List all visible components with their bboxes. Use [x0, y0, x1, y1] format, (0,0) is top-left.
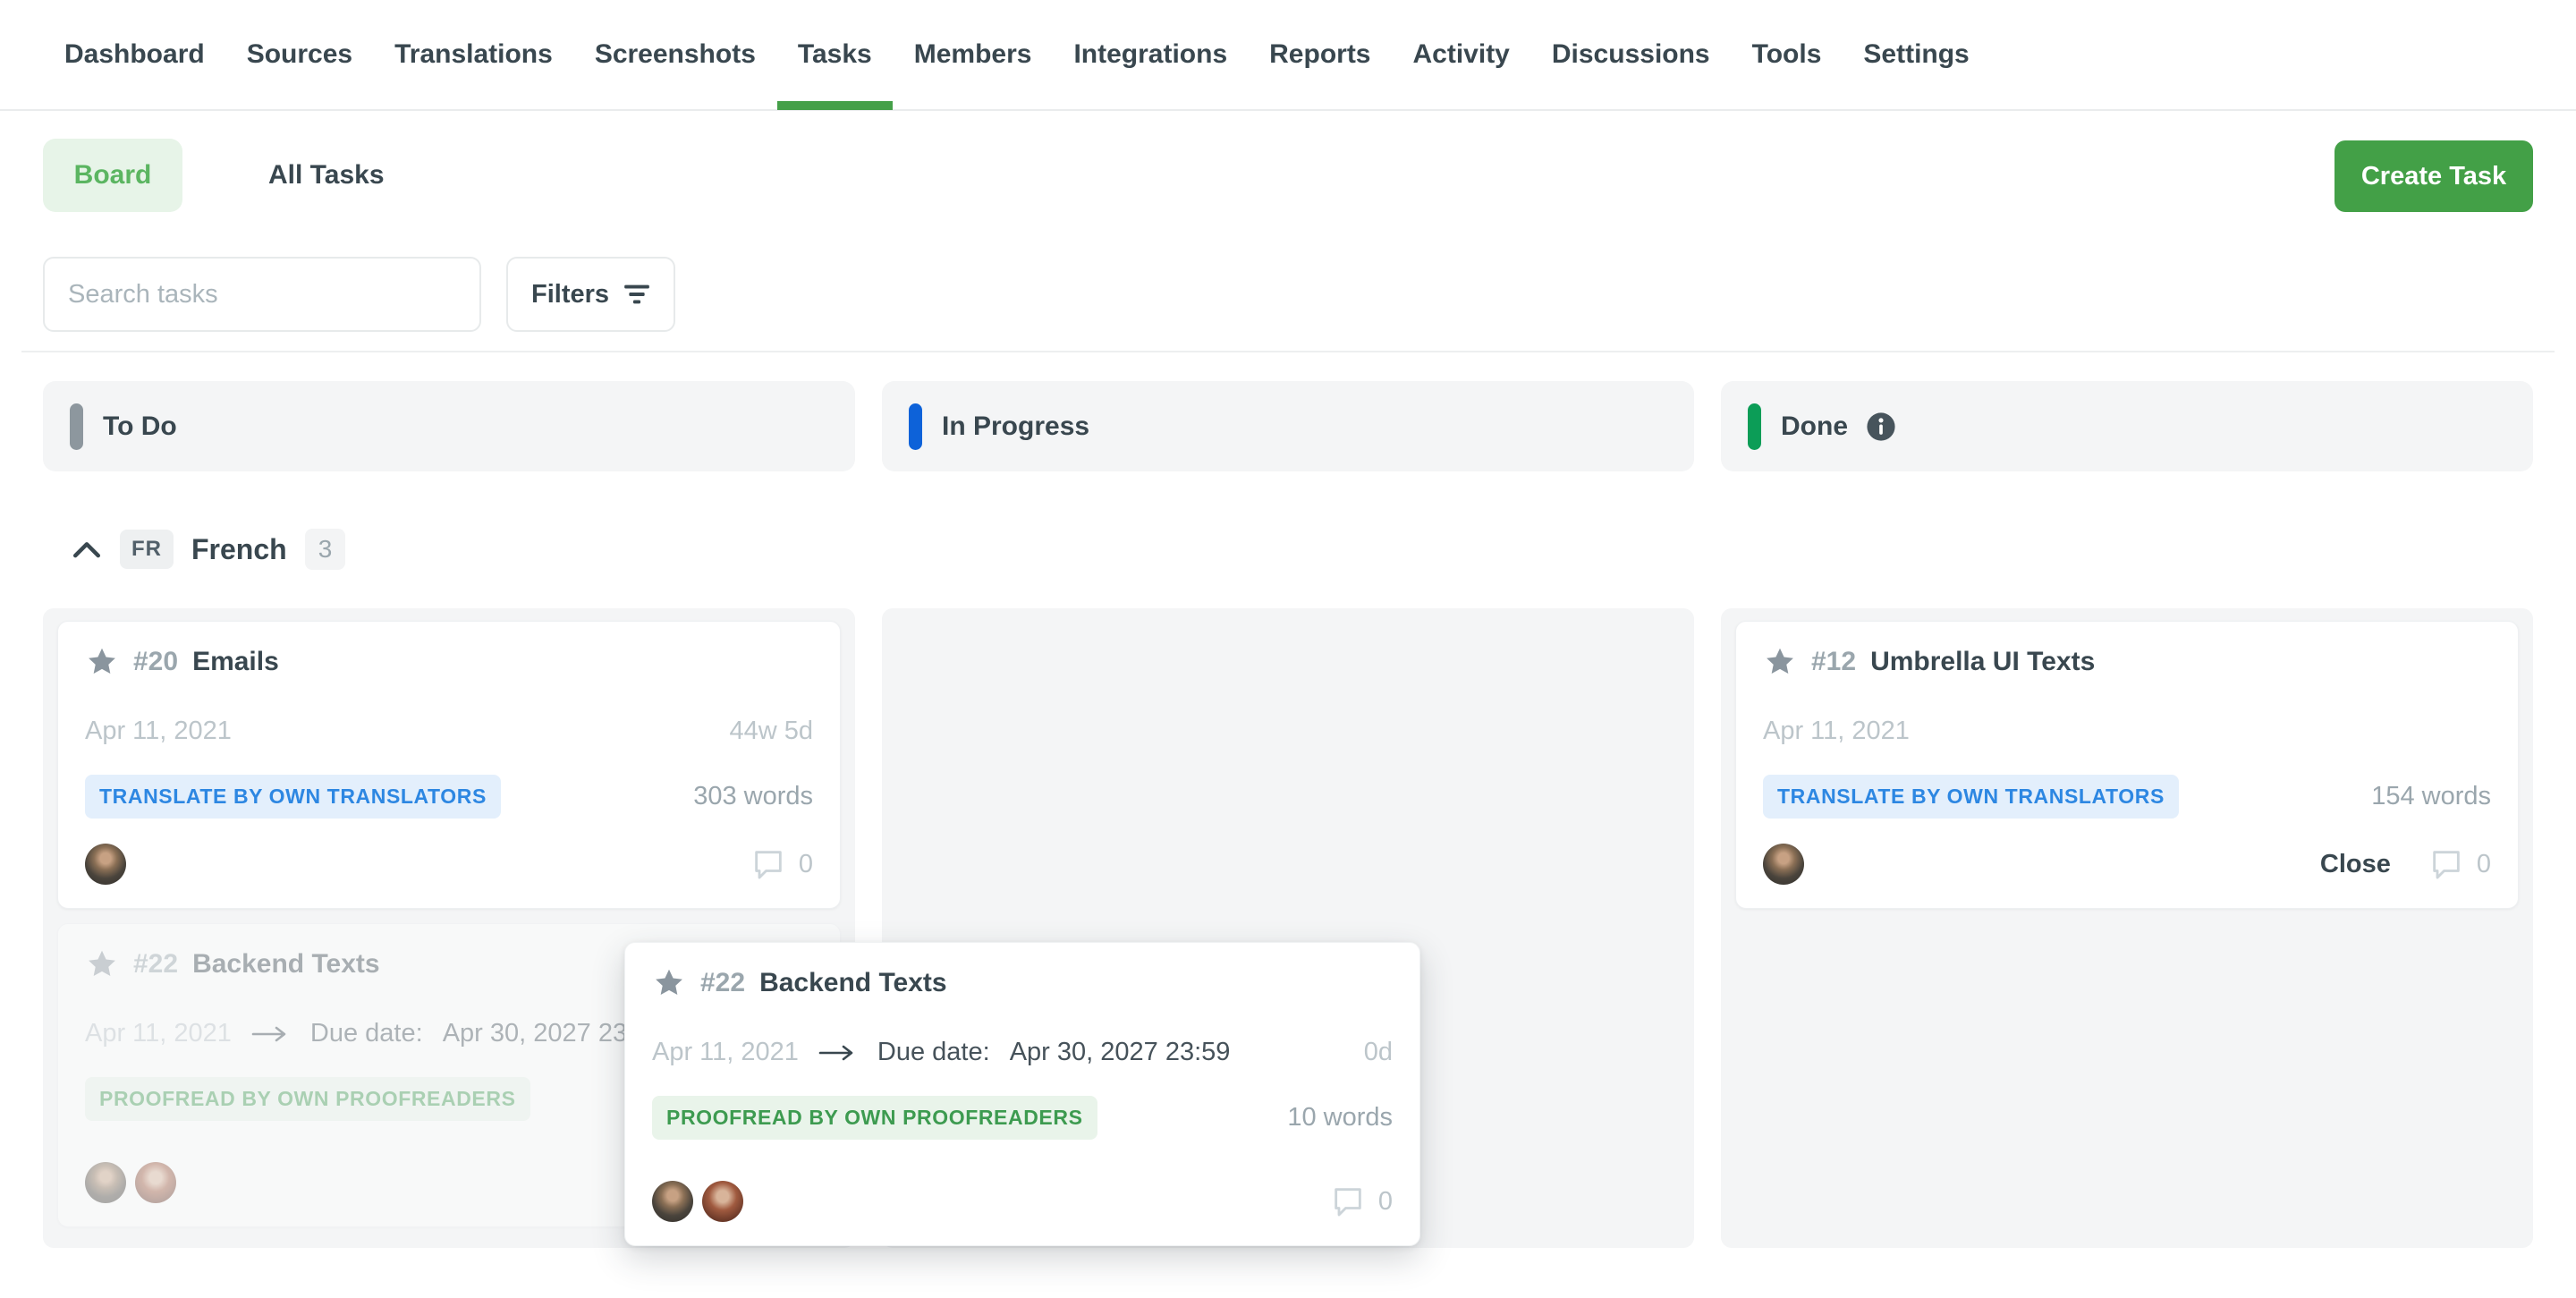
task-number: #20: [133, 647, 178, 677]
search-input[interactable]: [43, 257, 481, 332]
info-icon[interactable]: [1866, 411, 1896, 442]
word-count: 154 words: [2371, 782, 2491, 811]
status-color-bar: [1748, 403, 1761, 450]
avatar: [85, 844, 126, 885]
column-header-in-progress: In Progress: [882, 381, 1694, 471]
arrow-right-icon: [251, 1025, 291, 1043]
avatar: [1763, 844, 1804, 885]
active-tab-underline: [777, 101, 893, 110]
start-date: Apr 11, 2021: [1763, 717, 1910, 746]
language-group-name: French: [191, 533, 287, 566]
start-date: Apr 11, 2021: [85, 1019, 232, 1048]
arrow-right-icon: [818, 1044, 858, 1062]
create-task-button[interactable]: Create Task: [2334, 140, 2533, 212]
start-date: Apr 11, 2021: [85, 717, 232, 746]
nav-item-members[interactable]: Members: [914, 0, 1032, 110]
task-count-badge: 3: [305, 529, 346, 570]
nav-item-dashboard[interactable]: Dashboard: [64, 0, 205, 110]
section-divider: [21, 351, 2555, 352]
due-date-label: Due date:: [877, 1038, 990, 1067]
view-toolbar: Board All Tasks Create Task: [43, 139, 2533, 212]
time-left: 44w 5d: [729, 717, 813, 746]
task-card-backend-dragging[interactable]: #22 Backend Texts Apr 11, 2021 Due date:…: [624, 942, 1420, 1246]
top-navigation: Dashboard Sources Translations Screensho…: [0, 0, 2576, 111]
nav-item-tools[interactable]: Tools: [1752, 0, 1822, 110]
avatar: [135, 1162, 176, 1203]
star-icon[interactable]: [85, 645, 119, 679]
comment-icon[interactable]: [2428, 846, 2464, 882]
nav-item-discussions[interactable]: Discussions: [1552, 0, 1710, 110]
time-left: 0d: [1364, 1038, 1393, 1067]
nav-item-activity[interactable]: Activity: [1413, 0, 1510, 110]
tab-all-tasks[interactable]: All Tasks: [225, 139, 428, 212]
nav-item-settings[interactable]: Settings: [1863, 0, 1969, 110]
language-code-badge: FR: [120, 530, 174, 569]
filters-bar: Filters: [43, 257, 675, 332]
board-column-headers: To Do In Progress Done: [43, 381, 2533, 471]
funnel-icon: [623, 283, 650, 306]
due-date: Apr 30, 2027 23:59: [1010, 1038, 1231, 1067]
nav-item-screenshots[interactable]: Screenshots: [595, 0, 756, 110]
column-done: #12 Umbrella UI Texts Apr 11, 2021 TRANS…: [1721, 608, 2533, 1248]
task-title: Emails: [192, 647, 279, 677]
star-icon[interactable]: [1763, 645, 1797, 679]
nav-item-reports[interactable]: Reports: [1269, 0, 1370, 110]
start-date: Apr 11, 2021: [652, 1038, 799, 1067]
nav-item-translations[interactable]: Translations: [394, 0, 553, 110]
avatar: [702, 1181, 743, 1222]
column-header-done: Done: [1721, 381, 2533, 471]
comment-count: 0: [2477, 850, 2491, 879]
comment-count: 0: [1378, 1187, 1393, 1217]
status-color-bar: [70, 403, 83, 450]
language-group-header: FR French 3: [72, 526, 345, 573]
task-number: #12: [1811, 647, 1856, 677]
task-type-badge: TRANSLATE BY OWN TRANSLATORS: [1763, 775, 2179, 819]
nav-item-sources[interactable]: Sources: [247, 0, 352, 110]
task-title: Umbrella UI Texts: [1870, 647, 2095, 677]
task-type-badge: PROOFREAD BY OWN PROOFREADERS: [652, 1096, 1097, 1140]
task-number: #22: [133, 949, 178, 980]
task-title: Backend Texts: [759, 968, 947, 998]
column-header-todo: To Do: [43, 381, 855, 471]
star-icon: [85, 947, 119, 981]
word-count: 303 words: [693, 782, 813, 811]
comment-icon[interactable]: [750, 846, 786, 882]
chevron-up-icon[interactable]: [72, 538, 102, 561]
tab-board[interactable]: Board: [43, 139, 182, 212]
star-icon[interactable]: [652, 966, 686, 1000]
status-color-bar: [909, 403, 922, 450]
word-count: 10 words: [1287, 1103, 1393, 1133]
comment-count: 0: [799, 850, 813, 879]
avatar: [652, 1181, 693, 1222]
due-date-label: Due date:: [310, 1019, 423, 1048]
nav-item-integrations[interactable]: Integrations: [1073, 0, 1227, 110]
task-card-emails[interactable]: #20 Emails Apr 11, 2021 44w 5d TRANSLATE…: [57, 621, 841, 909]
avatar: [85, 1162, 126, 1203]
task-title: Backend Texts: [192, 949, 380, 980]
nav-item-tasks[interactable]: Tasks: [798, 0, 872, 110]
task-type-badge: PROOFREAD BY OWN PROOFREADERS: [85, 1077, 530, 1121]
comment-icon[interactable]: [1330, 1183, 1366, 1219]
task-number: #22: [700, 968, 745, 998]
task-card-umbrella[interactable]: #12 Umbrella UI Texts Apr 11, 2021 TRANS…: [1735, 621, 2519, 909]
task-type-badge: TRANSLATE BY OWN TRANSLATORS: [85, 775, 501, 819]
filters-button[interactable]: Filters: [506, 257, 675, 332]
close-task-button[interactable]: Close: [2320, 850, 2391, 879]
